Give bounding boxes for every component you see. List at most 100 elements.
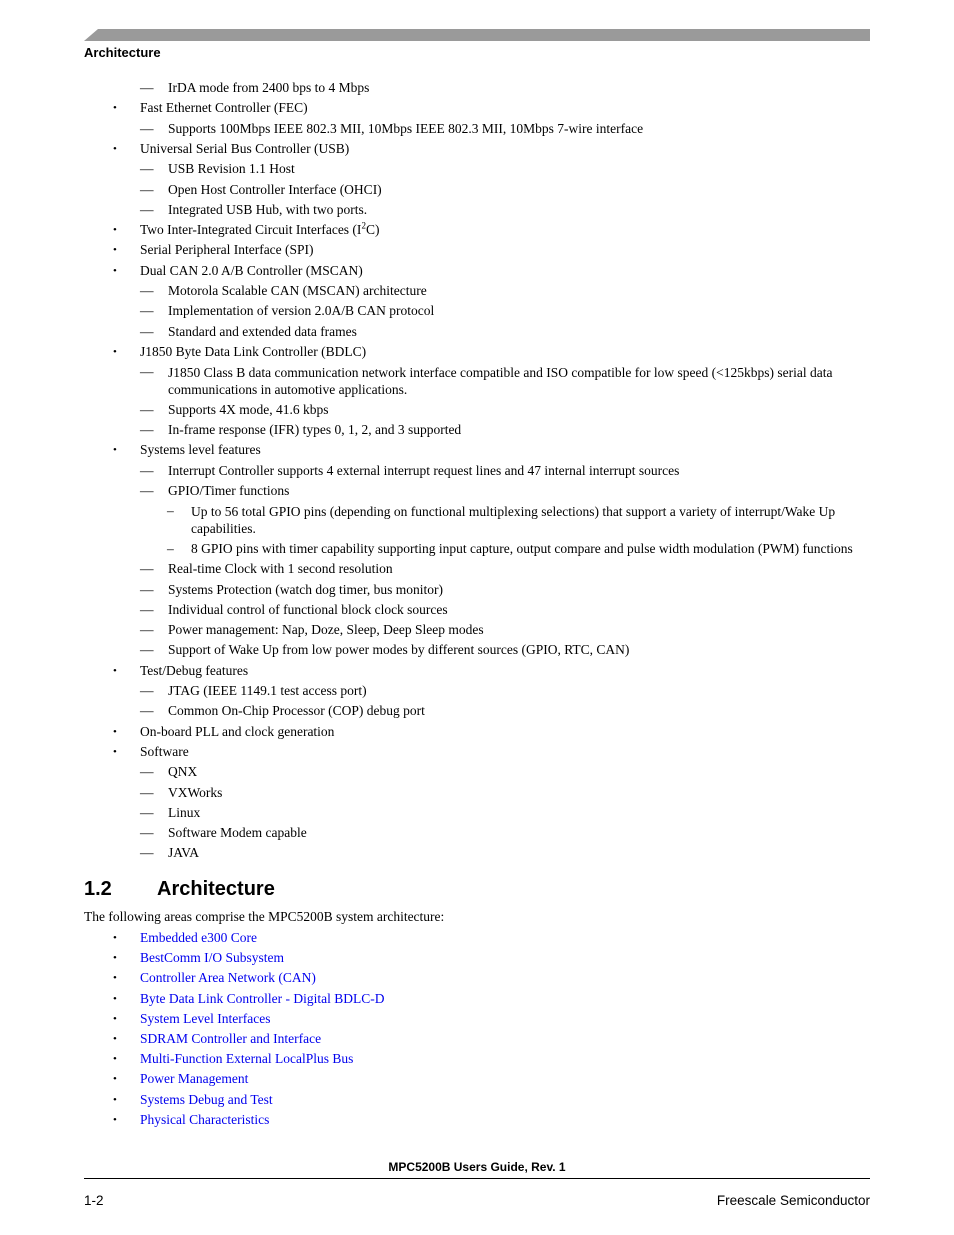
header-bar — [84, 29, 870, 41]
section-intro: The following areas comprise the MPC5200… — [84, 909, 445, 924]
feature-text: Supports 100Mbps IEEE 802.3 MII, 10Mbps … — [168, 120, 644, 136]
footer-rule — [84, 1178, 870, 1179]
feature-text: Open Host Controller Interface (OHCI) — [168, 181, 382, 197]
dash-marker: — — [140, 181, 154, 197]
feature-text: J1850 Class B data communication network… — [168, 365, 833, 398]
feature-text: Individual control of functional block c… — [168, 601, 448, 617]
feature-text: Up to 56 total GPIO pins (depending on f… — [191, 504, 836, 537]
feature-text: JAVA — [168, 845, 200, 861]
dash-marker: — — [140, 303, 154, 319]
dash-marker: — — [140, 201, 154, 217]
bullet-marker: • — [113, 1113, 117, 1126]
dash-marker: — — [140, 703, 154, 719]
dash-marker: — — [140, 561, 154, 577]
dash-marker: — — [140, 642, 154, 658]
dash-marker: — — [140, 422, 154, 438]
architecture-link[interactable]: Multi-Function External LocalPlus Bus — [140, 1051, 353, 1067]
bullet-marker: • — [113, 264, 117, 277]
architecture-link[interactable]: Systems Debug and Test — [140, 1092, 273, 1108]
dash-marker: — — [140, 581, 154, 597]
feature-text: Implementation of version 2.0A/B CAN pro… — [168, 303, 435, 319]
feature-text: Software — [140, 743, 189, 759]
bullet-marker: • — [113, 1033, 117, 1045]
dash-marker: — — [140, 283, 154, 298]
dash-marker: — — [140, 80, 154, 95]
feature-text: Motorola Scalable CAN (MSCAN) architectu… — [168, 283, 427, 298]
feature-text: GPIO/Timer functions — [168, 483, 290, 498]
dash-marker: — — [140, 601, 154, 617]
section-title: Architecture — [157, 878, 275, 900]
dash-marker: — — [140, 401, 154, 417]
bullet-marker: • — [113, 1012, 117, 1025]
en_dash-marker: – — [167, 540, 174, 556]
section-number: 1.2 — [84, 878, 112, 900]
feature-text: Standard and extended data frames — [168, 323, 357, 339]
architecture-link[interactable]: Controller Area Network (CAN) — [140, 970, 316, 986]
bullet-marker: • — [113, 972, 117, 985]
feature-text: Interrupt Controller supports 4 external… — [168, 462, 680, 478]
dash-marker: — — [140, 804, 154, 820]
dash-marker: — — [140, 845, 154, 861]
bullet-marker: • — [113, 444, 117, 457]
bullet-marker: • — [113, 745, 117, 758]
dash-marker: — — [140, 784, 154, 800]
dash-marker: — — [140, 462, 154, 478]
feature-text: On-board PLL and clock generation — [140, 723, 335, 739]
architecture-link[interactable]: BestComm I/O Subsystem — [140, 950, 284, 966]
dash-marker: — — [140, 764, 154, 780]
feature-text: 8 GPIO pins with timer capability suppor… — [191, 540, 853, 556]
bullet-marker: • — [113, 345, 117, 358]
dash-marker: — — [140, 622, 154, 638]
feature-text: Power management: Nap, Doze, Sleep, Deep… — [168, 622, 484, 638]
dash-marker: — — [140, 161, 154, 177]
dash-marker: — — [140, 825, 154, 841]
feature-text: Systems level features — [140, 442, 261, 458]
feature-text: Test/Debug features — [140, 662, 249, 678]
bullet-marker: • — [113, 142, 117, 155]
running-head: Architecture — [84, 45, 161, 60]
footer-title: MPC5200B Users Guide, Rev. 1 — [388, 1160, 566, 1174]
bullet-marker: • — [113, 1093, 117, 1106]
bullet-marker: • — [113, 664, 117, 677]
dash-marker: — — [140, 120, 154, 136]
feature-text: Fast Ethernet Controller (FEC) — [140, 100, 308, 116]
feature-text: Common On-Chip Processor (COP) debug por… — [168, 703, 425, 719]
feature-text: In-frame response (IFR) types 0, 1, 2, a… — [168, 422, 462, 438]
dash-marker: — — [140, 483, 154, 498]
feature-text: Linux — [168, 804, 201, 820]
feature-text: USB Revision 1.1 Host — [168, 161, 295, 177]
feature-text: IrDA mode from 2400 bps to 4 Mbps — [168, 80, 370, 95]
architecture-link[interactable]: System Level Interfaces — [140, 1011, 270, 1027]
architecture-link[interactable]: Byte Data Link Controller - Digital BDLC… — [140, 991, 384, 1007]
feature-text: Serial Peripheral Interface (SPI) — [140, 242, 314, 258]
footer-page-number: 1-2 — [84, 1193, 104, 1208]
feature-text: Dual CAN 2.0 A/B Controller (MSCAN) — [140, 262, 363, 278]
architecture-link[interactable]: SDRAM Controller and Interface — [140, 1031, 321, 1047]
feature-text: Universal Serial Bus Controller (USB) — [140, 140, 350, 156]
bullet-marker: • — [113, 932, 117, 944]
dash-marker: — — [140, 683, 154, 698]
feature-text: JTAG (IEEE 1149.1 test access port) — [168, 683, 367, 698]
en_dash-marker: – — [167, 503, 174, 519]
feature-text: Two Inter-Integrated Circuit Interfaces … — [140, 220, 380, 238]
bullet-marker: • — [113, 992, 117, 1005]
architecture-link[interactable]: Power Management — [140, 1071, 248, 1087]
feature-text: QNX — [168, 764, 198, 780]
architecture-link[interactable]: Physical Characteristics — [140, 1112, 269, 1128]
bullet-marker: • — [113, 1053, 117, 1066]
feature-text: Integrated USB Hub, with two ports. — [168, 201, 368, 217]
dash-marker: — — [140, 323, 154, 339]
feature-text: Supports 4X mode, 41.6 kbps — [168, 401, 329, 417]
bullet-marker: • — [113, 952, 117, 965]
dash-marker: — — [140, 364, 154, 380]
bullet-marker: • — [113, 244, 117, 257]
bullet-marker: • — [113, 102, 117, 115]
feature-text: Systems Protection (watch dog timer, bus… — [168, 581, 444, 597]
bullet-marker: • — [113, 224, 117, 237]
footer-company: Freescale Semiconductor — [716, 1193, 870, 1208]
architecture-link[interactable]: Embedded e300 Core — [140, 930, 257, 946]
feature-text: Support of Wake Up from low power modes … — [168, 642, 630, 658]
bullet-marker: • — [113, 725, 117, 738]
bullet-marker: • — [113, 1073, 117, 1086]
feature-text: Real-time Clock with 1 second resolution — [168, 561, 393, 577]
